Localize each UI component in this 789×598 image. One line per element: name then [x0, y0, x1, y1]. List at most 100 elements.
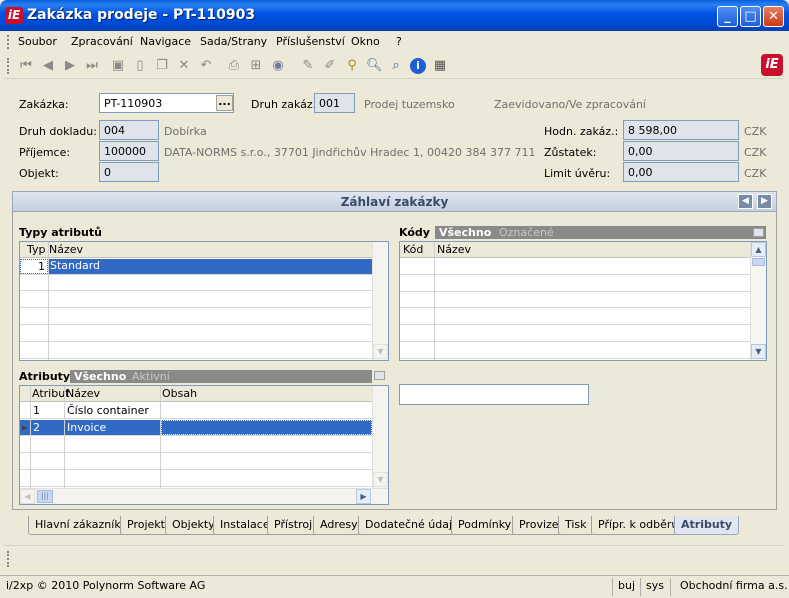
copy-icon[interactable]: ❐ — [154, 58, 170, 74]
column-nazev[interactable]: Název — [49, 243, 83, 256]
scroll-thumb[interactable] — [752, 258, 765, 266]
section-title: Záhlaví zakázky — [340, 195, 449, 209]
table-row[interactable] — [20, 471, 372, 487]
scroll-down-icon[interactable]: ▼ — [373, 344, 388, 359]
column-nazev[interactable]: Název — [437, 243, 471, 256]
atributy-grid[interactable]: Atribut Název Obsah 1 Číslo container ▸ … — [19, 385, 389, 505]
tab-pristroj[interactable]: Přístroj — [267, 516, 320, 535]
menu-zpracovani[interactable]: Zpracování — [71, 35, 133, 48]
table-row[interactable]: 1 Standard — [20, 259, 372, 275]
table-row[interactable] — [20, 437, 372, 453]
table-row[interactable] — [400, 343, 750, 359]
scroll-right-icon[interactable]: ▶ — [356, 489, 371, 504]
table-row[interactable] — [400, 259, 750, 275]
nazev-cell: Invoice — [67, 421, 107, 434]
menu-prislusenstvi[interactable]: Příslušenství — [276, 35, 345, 48]
table-row[interactable] — [400, 292, 750, 308]
table-row[interactable] — [20, 275, 372, 291]
kody-vertical-scrollbar[interactable]: ▲ ▼ — [750, 242, 766, 360]
kody-filter-all[interactable]: Všechno — [439, 226, 491, 239]
table-row[interactable]: 1 Číslo container — [20, 403, 372, 419]
table-row[interactable] — [400, 326, 750, 342]
typy-atributu-grid[interactable]: Typ Název 1 Standard ▼ — [19, 241, 389, 361]
typy-vertical-scrollbar[interactable]: ▼ — [372, 242, 388, 360]
obsah-input[interactable] — [399, 384, 589, 405]
atributy-vertical-scrollbar[interactable]: ▼ — [372, 386, 388, 488]
table-row[interactable] — [20, 343, 372, 359]
last-record-icon[interactable]: ⏭ — [84, 58, 100, 74]
table-row[interactable] — [20, 309, 372, 325]
column-kod[interactable]: Kód — [403, 243, 423, 256]
table-row[interactable] — [20, 292, 372, 308]
prijemce-label: Příjemce: — [19, 146, 71, 159]
column-divider — [64, 386, 65, 504]
table-row[interactable] — [400, 276, 750, 292]
scroll-down-icon[interactable]: ▼ — [751, 344, 766, 359]
menu-navigace[interactable]: Navigace — [140, 35, 191, 48]
hodnota-currency: CZK — [744, 125, 767, 138]
print-icon[interactable]: ⎙ — [226, 58, 242, 74]
grid-header: Kód Název — [400, 242, 750, 258]
tab-podminky[interactable]: Podmínky — [451, 516, 519, 535]
zustatek-currency: CZK — [744, 146, 767, 159]
maximize-button[interactable]: □ — [740, 6, 761, 27]
column-obsah[interactable]: Obsah — [162, 387, 197, 400]
menu-okno[interactable]: Okno — [351, 35, 380, 48]
zakazka-input[interactable]: PT-110903 — [99, 93, 234, 113]
menu-help[interactable]: ? — [396, 35, 402, 48]
kody-grid[interactable]: Kód Název ▲ ▼ — [399, 241, 767, 361]
table-row[interactable] — [20, 326, 372, 342]
tab-dodatecne-udaje[interactable]: Dodatečné údaje — [358, 516, 466, 535]
new-document-icon[interactable]: ▯ — [132, 58, 148, 74]
tree-icon[interactable]: ⊞ — [248, 58, 264, 74]
column-typ[interactable]: Typ — [27, 243, 46, 256]
zoom-icon[interactable]: ⌕ — [388, 58, 404, 74]
previous-record-icon[interactable]: ◀ — [40, 58, 56, 74]
scroll-up-icon[interactable]: ▲ — [751, 242, 766, 257]
filter-menu-icon[interactable] — [753, 228, 764, 237]
first-record-icon[interactable]: ⏮ — [18, 58, 34, 74]
menu-sada-strany[interactable]: Sada/Strany — [200, 35, 267, 48]
table-row[interactable] — [400, 309, 750, 325]
undo-icon[interactable]: ↶ — [198, 58, 214, 74]
kody-filter-marked[interactable]: Označené — [499, 226, 554, 239]
atributy-horizontal-scrollbar[interactable]: ◀ ||| ▶ — [20, 488, 388, 504]
filter-menu-icon[interactable] — [374, 371, 385, 380]
section-next-button[interactable]: ▶ — [757, 194, 772, 209]
toolbar: ⏮ ◀ ▶ ⏭ ▣ ▯ ❐ ✕ ↶ ⎙ ⊞ ◉ ✎ ✐ ⚲ 🔍︎ ⌕ i ▦ — [4, 54, 785, 79]
atribut-cell: 2 — [33, 421, 40, 434]
obsah-cell[interactable] — [161, 420, 372, 435]
tab-atributy[interactable]: Atributy — [674, 516, 740, 535]
tab-adresy[interactable]: Adresy — [313, 516, 365, 535]
menu-soubor[interactable]: Soubor — [18, 35, 57, 48]
atributy-filter-active[interactable]: Aktivní — [132, 370, 170, 383]
zustatek-label: Zůstatek: — [544, 146, 597, 159]
table-row[interactable] — [20, 454, 372, 470]
row-pointer-icon: ▸ — [22, 421, 28, 434]
scroll-thumb[interactable]: ||| — [37, 490, 53, 503]
zakazka-lookup-button[interactable]: ... — [216, 95, 233, 111]
scroll-left-icon[interactable]: ◀ — [20, 489, 35, 504]
tab-hlavni-zakaznik[interactable]: Hlavní zákazník — [28, 516, 128, 535]
info-icon[interactable]: i — [410, 58, 426, 74]
order-state-text: Zaevidovano/Ve zpracování — [494, 98, 646, 111]
table-row[interactable]: ▸ 2 Invoice — [20, 420, 372, 436]
close-button[interactable]: ✕ — [763, 6, 784, 27]
edit-alt-icon[interactable]: ✐ — [322, 58, 338, 74]
atributy-filter-all[interactable]: Všechno — [74, 370, 126, 383]
minimize-button[interactable]: _ — [717, 6, 738, 27]
search-icon[interactable]: 🔍︎ — [366, 58, 383, 74]
refresh-icon[interactable]: ◉ — [270, 58, 286, 74]
delete-icon[interactable]: ✕ — [176, 58, 192, 74]
window-title: Zakázka prodeje - PT-110903 — [27, 7, 256, 23]
calculator-icon[interactable]: ▦ — [432, 58, 448, 74]
edit-icon[interactable]: ✎ — [300, 58, 316, 74]
tab-tisk[interactable]: Tisk — [558, 516, 594, 535]
section-prev-button[interactable]: ◀ — [738, 194, 753, 209]
next-record-icon[interactable]: ▶ — [62, 58, 78, 74]
save-icon[interactable]: ▣ — [110, 58, 126, 74]
scroll-down-icon[interactable]: ▼ — [373, 472, 388, 487]
find-icon[interactable]: ⚲ — [344, 58, 360, 74]
tab-pripr-k-odberu[interactable]: Přípr. k odběru — [591, 516, 686, 535]
column-nazev[interactable]: Název — [66, 387, 100, 400]
